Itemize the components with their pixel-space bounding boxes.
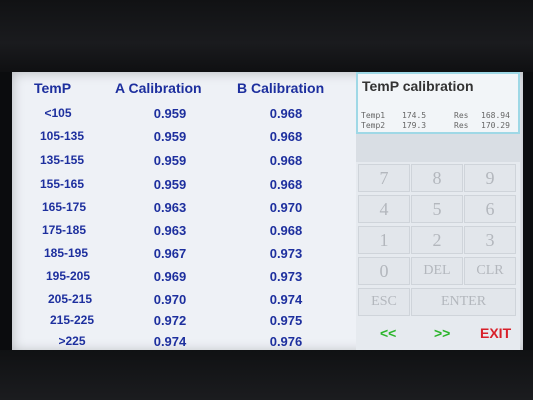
temp-range: <105	[44, 106, 72, 120]
clear-button[interactable]: CLR	[464, 257, 516, 285]
a-calibration-value[interactable]: 0.959	[140, 153, 200, 168]
temp2-value: 179.3	[402, 121, 427, 130]
key-1[interactable]: 1	[358, 226, 410, 254]
calibration-table: TemP A Calibration B Calibration <105 0.…	[12, 72, 357, 352]
key-3[interactable]: 3	[464, 226, 516, 254]
temp1-value: 174.5	[402, 111, 427, 120]
b-calibration-value[interactable]: 0.970	[256, 200, 316, 215]
table-row: 175-185 0.963 0.968	[12, 223, 357, 247]
header-a-calibration: A Calibration	[115, 80, 202, 96]
escape-button[interactable]: ESC	[358, 288, 410, 316]
key-2[interactable]: 2	[411, 226, 463, 254]
monitor-bezel-top	[0, 0, 533, 72]
table-row: 135-155 0.959 0.968	[12, 153, 357, 177]
panel-title: TemP calibration	[362, 78, 474, 94]
table-row: 155-165 0.959 0.968	[12, 177, 357, 201]
monitor-bezel-bottom	[0, 350, 533, 400]
table-row: 105-135 0.959 0.968	[12, 129, 357, 153]
res1-value: 168.94	[481, 111, 510, 120]
enter-button[interactable]: ENTER	[411, 288, 516, 316]
b-calibration-value[interactable]: 0.968	[256, 223, 316, 238]
b-calibration-value[interactable]: 0.968	[256, 177, 316, 192]
b-calibration-value[interactable]: 0.976	[256, 334, 316, 349]
temp-range: >225	[58, 334, 86, 348]
a-calibration-value[interactable]: 0.963	[140, 200, 200, 215]
temp-range: 165-175	[41, 200, 87, 214]
a-calibration-value[interactable]: 0.967	[140, 246, 200, 261]
delete-button[interactable]: DEL	[411, 257, 463, 285]
temp1-label: Temp1	[361, 111, 386, 120]
header-b-calibration: B Calibration	[237, 80, 325, 96]
key-0[interactable]: 0	[358, 257, 410, 285]
res2-label: Res	[454, 121, 469, 130]
keypad-entry-display	[356, 134, 520, 162]
temp-range: 175-185	[41, 223, 87, 237]
b-calibration-value[interactable]: 0.974	[256, 292, 316, 307]
key-6[interactable]: 6	[464, 195, 516, 223]
temp-range: 105-135	[39, 129, 85, 143]
table-row: 195-205 0.969 0.973	[12, 269, 357, 293]
b-calibration-value[interactable]: 0.975	[256, 313, 316, 328]
res2-value: 170.29	[481, 121, 510, 130]
b-calibration-value[interactable]: 0.973	[256, 246, 316, 261]
hmi-screen: TemP A Calibration B Calibration <105 0.…	[12, 72, 523, 352]
table-row: 185-195 0.967 0.973	[12, 246, 357, 270]
key-9[interactable]: 9	[464, 164, 516, 192]
calibration-keypad-panel: TemP calibration Temp1 174.5 Res 168.94 …	[356, 72, 520, 352]
temp-range: 205-215	[47, 292, 93, 306]
b-calibration-value[interactable]: 0.968	[256, 106, 316, 121]
table-row: 165-175 0.963 0.970	[12, 200, 357, 224]
a-calibration-value[interactable]: 0.959	[140, 177, 200, 192]
numeric-keypad: 7 8 9 4 5 6 1 2 3 0 DEL CLR ESC ENTER	[356, 164, 520, 316]
previous-page-button[interactable]: <<	[380, 325, 396, 341]
a-calibration-value[interactable]: 0.974	[140, 334, 200, 349]
key-5[interactable]: 5	[411, 195, 463, 223]
temp-range: 195-205	[45, 269, 91, 283]
a-calibration-value[interactable]: 0.959	[140, 106, 200, 121]
res1-label: Res	[454, 111, 469, 120]
b-calibration-value[interactable]: 0.968	[256, 129, 316, 144]
header-temp: TemP	[34, 80, 72, 96]
exit-button[interactable]: EXIT	[480, 325, 511, 341]
table-row: <105 0.959 0.968	[12, 106, 357, 130]
temp-range: 185-195	[43, 246, 89, 260]
temp-calibration-header: TemP calibration Temp1 174.5 Res 168.94 …	[356, 72, 520, 134]
key-8[interactable]: 8	[411, 164, 463, 192]
temp-range: 215-225	[49, 313, 95, 327]
temp-range: 135-155	[39, 153, 85, 167]
b-calibration-value[interactable]: 0.973	[256, 269, 316, 284]
b-calibration-value[interactable]: 0.968	[256, 153, 316, 168]
a-calibration-value[interactable]: 0.969	[140, 269, 200, 284]
a-calibration-value[interactable]: 0.963	[140, 223, 200, 238]
a-calibration-value[interactable]: 0.970	[140, 292, 200, 307]
key-4[interactable]: 4	[358, 195, 410, 223]
a-calibration-value[interactable]: 0.972	[140, 313, 200, 328]
next-page-button[interactable]: >>	[434, 325, 450, 341]
a-calibration-value[interactable]: 0.959	[140, 129, 200, 144]
key-7[interactable]: 7	[358, 164, 410, 192]
temp2-label: Temp2	[361, 121, 386, 130]
temp-range: 155-165	[39, 177, 85, 191]
